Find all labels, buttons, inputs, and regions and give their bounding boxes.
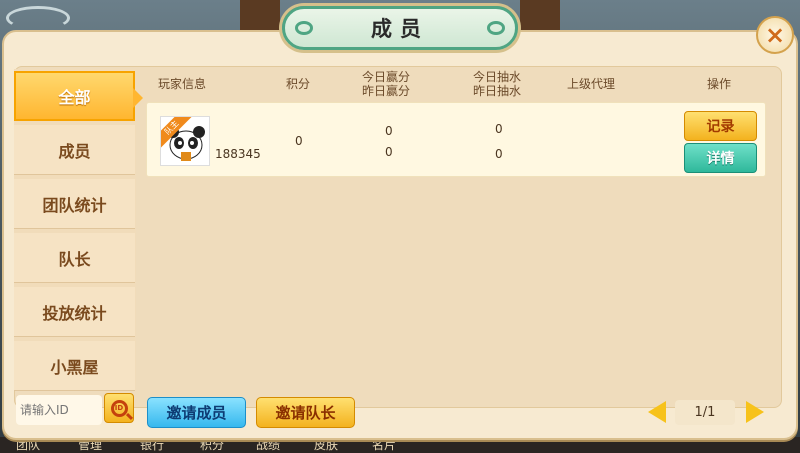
- score-value: 0: [295, 134, 303, 148]
- header-win-yesterday: 昨日赢分: [362, 84, 411, 98]
- cloud-ornament-icon: [6, 6, 70, 30]
- sidebar-item-placement-stats[interactable]: 投放统计: [14, 287, 135, 337]
- category-sidebar: 全部 成员 团队统计 队长 投放统计 小黑屋: [14, 69, 143, 391]
- header-draw-yesterday: 昨日抽水: [473, 84, 522, 98]
- scroll-ornament-icon: [487, 21, 505, 35]
- player-id: 188345: [215, 147, 261, 161]
- sidebar-item-all[interactable]: 全部: [14, 71, 143, 121]
- header-player-info: 玩家信息: [158, 77, 207, 91]
- close-x-icon: ⨯: [764, 21, 786, 49]
- header-win-today: 今日赢分: [362, 70, 411, 84]
- sidebar-item-blacklist[interactable]: 小黑屋: [14, 341, 135, 391]
- invite-member-button[interactable]: 邀请成员: [147, 397, 246, 428]
- sidebar-item-team-stats[interactable]: 团队统计: [14, 179, 135, 229]
- header-superior: 上级代理: [567, 77, 616, 91]
- search-button[interactable]: ID: [104, 393, 134, 423]
- sidebar-item-label: 成员: [58, 141, 91, 161]
- record-button[interactable]: 记录: [684, 111, 757, 141]
- avatar[interactable]: 队主: [160, 116, 210, 166]
- win-yesterday-value: 0: [385, 145, 393, 159]
- win-today-value: 0: [385, 124, 393, 138]
- next-page-arrow-icon[interactable]: [746, 401, 764, 423]
- table-row: 队主 188345 0 0 0 0 0 记录 详情: [146, 102, 766, 177]
- header-draw-today: 今日抽水: [473, 70, 522, 84]
- page-indicator: 1/1: [675, 400, 735, 425]
- search-id-input[interactable]: [16, 395, 102, 425]
- scroll-ornament-icon: [295, 21, 313, 35]
- sidebar-item-label: 队长: [58, 249, 91, 269]
- draw-today-value: 0: [495, 122, 503, 136]
- detail-button[interactable]: 详情: [684, 143, 757, 173]
- sidebar-item-members[interactable]: 成员: [14, 125, 135, 175]
- sidebar-item-label: 全部: [58, 88, 91, 107]
- sidebar-item-label: 投放统计: [42, 303, 107, 323]
- dialog-title-banner: 成员: [282, 6, 518, 50]
- invite-leader-button[interactable]: 邀请队长: [256, 397, 355, 428]
- search-icon: ID: [110, 399, 128, 417]
- sidebar-item-label: 小黑屋: [50, 357, 99, 377]
- search-icon-label: ID: [114, 404, 124, 412]
- sidebar-item-label: 团队统计: [42, 195, 107, 215]
- draw-yesterday-value: 0: [495, 147, 503, 161]
- header-action: 操作: [707, 77, 732, 91]
- header-score: 积分: [286, 77, 311, 91]
- sidebar-item-captain[interactable]: 队长: [14, 233, 135, 283]
- close-button[interactable]: ⨯: [756, 16, 794, 54]
- dialog-title: 成员: [371, 17, 429, 41]
- prev-page-arrow-icon[interactable]: [648, 401, 666, 423]
